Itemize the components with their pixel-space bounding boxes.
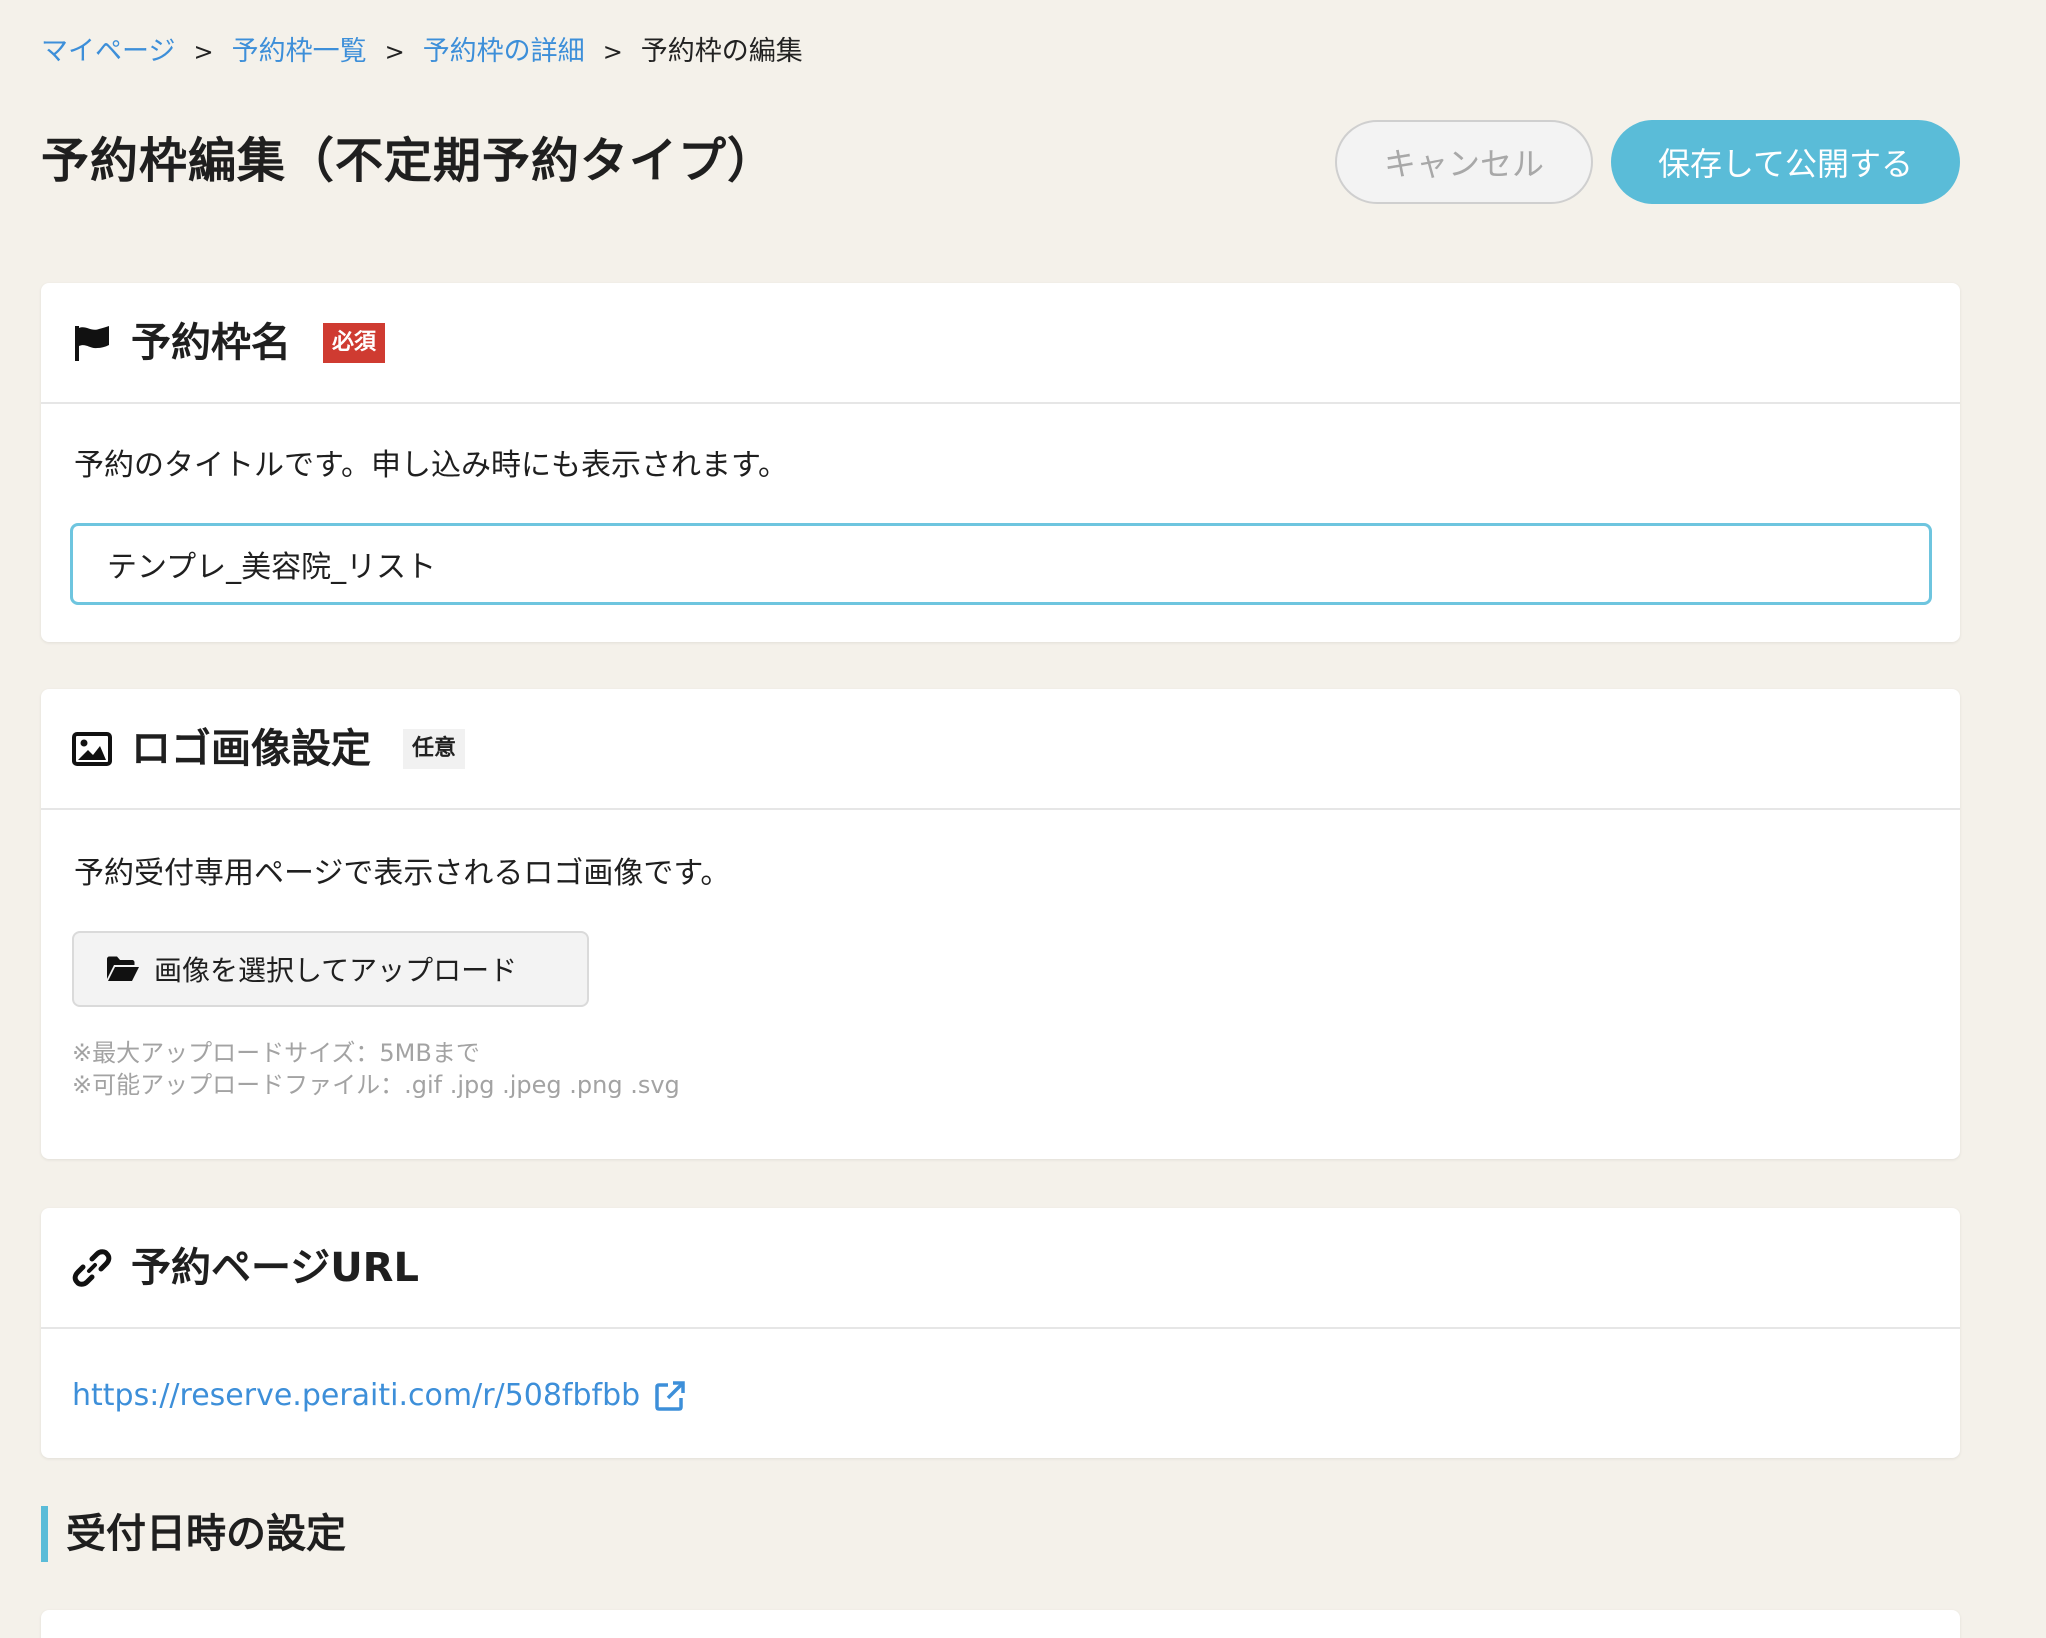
save-publish-button[interactable]: 保存して公開する: [1611, 120, 1960, 204]
reservation-page-link[interactable]: https://reserve.peraiti.com/r/508fbfbb: [72, 1374, 640, 1418]
breadcrumb: マイページ > 予約枠一覧 > 予約枠の詳細 > 予約枠の編集: [41, 30, 803, 74]
slot-name-header: 予約枠名 必須: [41, 283, 1960, 404]
breadcrumb-slot-detail[interactable]: 予約枠の詳細: [423, 30, 585, 74]
breadcrumb-separator: >: [193, 38, 214, 66]
logo-title: ロゴ画像設定: [131, 725, 371, 772]
breadcrumb-separator: >: [602, 38, 623, 66]
url-row: https://reserve.peraiti.com/r/508fbfbb: [72, 1374, 686, 1418]
logo-card: ロゴ画像設定 任意 予約受付専用ページで表示されるロゴ画像です。 画像を選択して…: [41, 689, 1960, 1159]
breadcrumb-mypage[interactable]: マイページ: [41, 30, 175, 74]
slot-name-title: 予約枠名: [131, 319, 291, 366]
slot-name-card: 予約枠名 必須 予約のタイトルです。申し込み時にも表示されます。: [41, 283, 1960, 642]
breadcrumb-separator: >: [384, 38, 405, 66]
logo-header: ロゴ画像設定 任意: [41, 689, 1960, 810]
image-icon: [71, 728, 113, 770]
page: マイページ > 予約枠一覧 > 予約枠の詳細 > 予約枠の編集 予約枠編集（不定…: [0, 0, 2046, 1638]
slot-name-input[interactable]: [70, 523, 1932, 605]
page-title: 予約枠編集（不定期予約タイプ）: [41, 133, 777, 189]
logo-description: 予約受付専用ページで表示されるロゴ画像です。: [74, 856, 731, 891]
link-icon: [71, 1247, 113, 1289]
max-size-note: ※最大アップロードサイズ：5MBまで: [72, 1039, 480, 1067]
upload-button-label: 画像を選択してアップロード: [154, 954, 518, 987]
breadcrumb-current: 予約枠の編集: [640, 36, 803, 67]
file-types-note: ※可能アップロードファイル：.gif .jpg .jpeg .png .svg: [72, 1071, 680, 1099]
schedule-section-heading: 受付日時の設定: [41, 1506, 346, 1562]
required-badge: 必須: [323, 322, 386, 363]
upload-image-button[interactable]: 画像を選択してアップロード: [72, 931, 589, 1007]
url-card: 予約ページURL https://reserve.peraiti.com/r/5…: [41, 1208, 1960, 1458]
url-title: 予約ページURL: [131, 1244, 419, 1291]
flag-icon: [71, 322, 113, 364]
optional-badge: 任意: [403, 728, 466, 769]
breadcrumb-slot-list[interactable]: 予約枠一覧: [232, 30, 367, 74]
slot-name-description: 予約のタイトルです。申し込み時にも表示されます。: [74, 448, 788, 483]
schedule-card: [41, 1610, 1960, 1638]
external-link-icon[interactable]: [654, 1380, 686, 1412]
cancel-button[interactable]: キャンセル: [1335, 120, 1593, 204]
folder-open-icon: [106, 955, 140, 983]
url-header: 予約ページURL: [41, 1208, 1960, 1329]
